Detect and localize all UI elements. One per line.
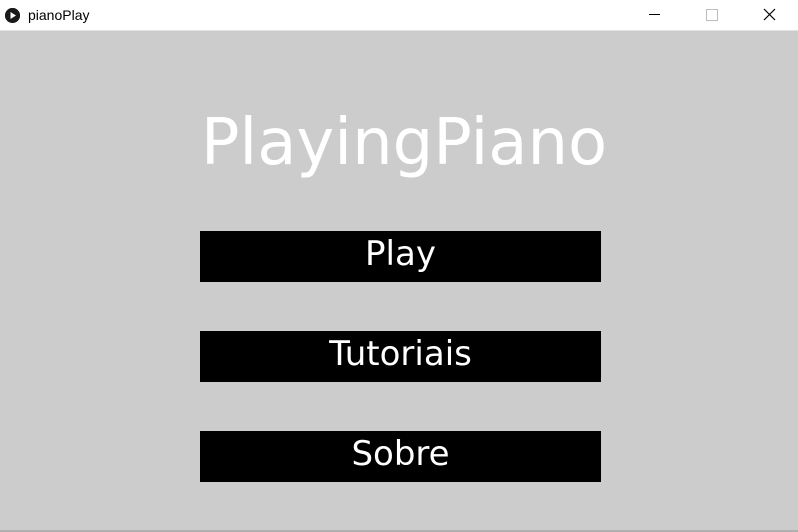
close-button[interactable] <box>746 0 792 30</box>
close-icon <box>763 8 776 21</box>
play-button[interactable]: Play <box>200 231 601 282</box>
minimize-icon <box>649 14 660 15</box>
play-button-label: Play <box>365 234 436 274</box>
app-title: PlayingPiano <box>200 106 608 180</box>
maximize-icon <box>706 9 718 21</box>
app-window: pianoPlay PlayingPiano Play Tutoriais So… <box>0 0 798 532</box>
tutoriais-button[interactable]: Tutoriais <box>200 331 601 382</box>
tutoriais-button-label: Tutoriais <box>329 334 472 374</box>
minimize-button[interactable] <box>632 0 678 30</box>
title-bar[interactable]: pianoPlay <box>0 0 798 31</box>
maximize-button[interactable] <box>688 0 734 30</box>
sobre-button-label: Sobre <box>351 434 450 474</box>
window-title: pianoPlay <box>28 7 90 23</box>
sobre-button[interactable]: Sobre <box>200 431 601 482</box>
app-canvas: PlayingPiano Play Tutoriais Sobre <box>0 31 798 530</box>
play-circle-icon <box>5 8 20 23</box>
